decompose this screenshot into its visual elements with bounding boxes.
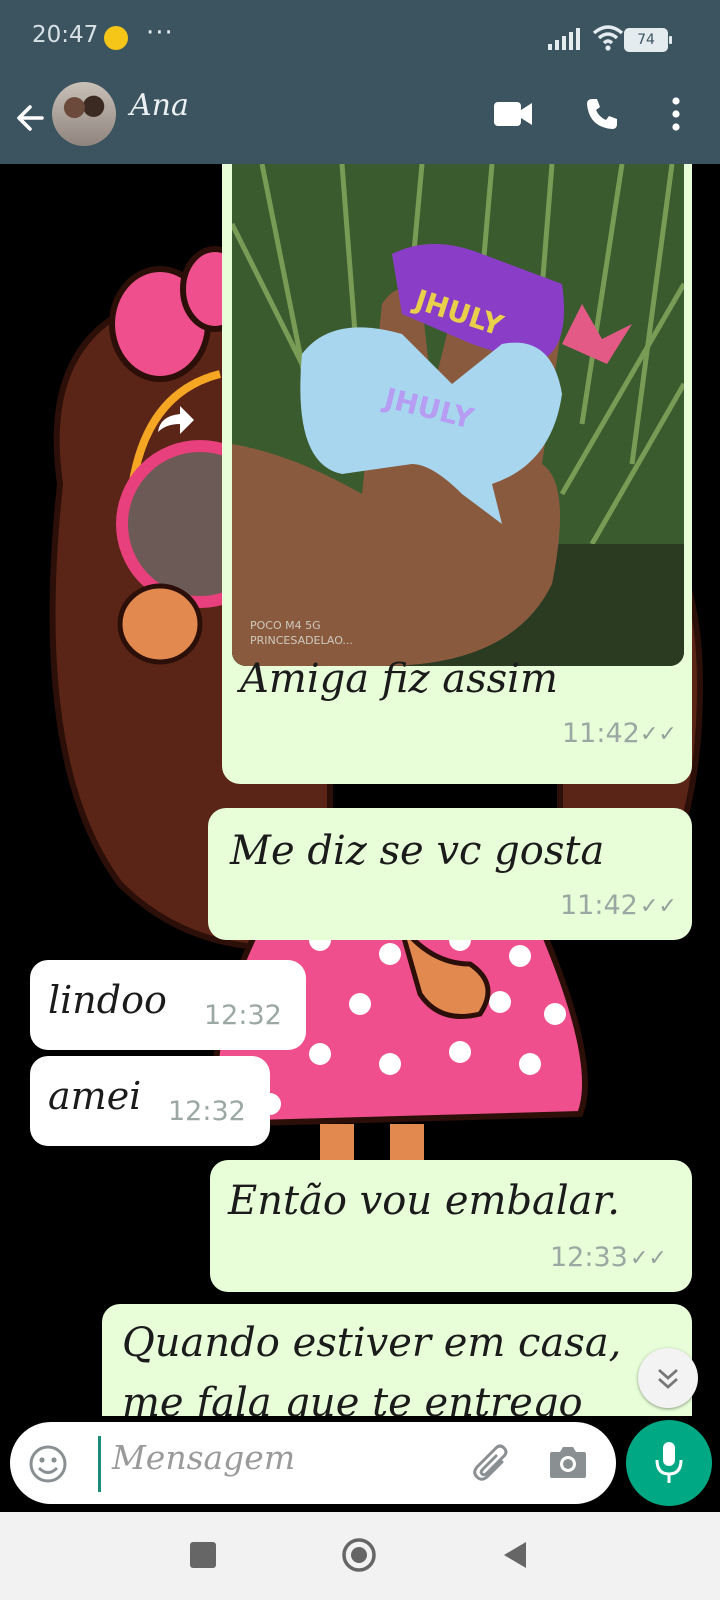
message-input-container[interactable]: Mensagem <box>10 1422 616 1504</box>
message-time: 12:32 <box>168 1096 246 1127</box>
attach-icon[interactable] <box>472 1442 512 1486</box>
message-bubble[interactable]: Me diz se vc gosta 11:42 ✓✓ <box>208 808 692 940</box>
system-nav-bar <box>0 1512 720 1600</box>
read-ticks-icon: ✓✓ <box>640 894 677 919</box>
mic-button[interactable] <box>626 1420 712 1506</box>
message-time: 11:42 <box>562 718 640 749</box>
back-nav-button[interactable] <box>502 1540 528 1570</box>
status-time: 20:47 <box>32 22 99 48</box>
message-input[interactable]: Mensagem <box>112 1438 295 1477</box>
message-photo[interactable]: JHULY JHULY POCO M4 5G PRINCESADELAO... <box>232 164 684 666</box>
read-ticks-icon: ✓✓ <box>640 722 677 747</box>
photo-content: JHULY JHULY <box>232 164 684 666</box>
message-bubble[interactable]: Então vou embalar. 12:33 ✓✓ <box>210 1160 692 1292</box>
chat-header: Ana <box>0 78 720 164</box>
text-caret <box>98 1436 101 1492</box>
phone-icon[interactable] <box>584 96 620 132</box>
back-arrow-icon[interactable] <box>12 96 52 140</box>
home-button[interactable] <box>340 1536 378 1574</box>
message-text-line2: me fala que te entrego <box>122 1380 583 1416</box>
message-text: Amiga fiz assim <box>240 656 558 702</box>
forward-icon[interactable] <box>154 402 198 438</box>
contact-avatar[interactable] <box>52 82 116 146</box>
message-time: 12:32 <box>204 1000 282 1031</box>
message-time: 11:42 <box>560 890 638 921</box>
message-bubble[interactable]: Quando estiver em casa, me fala que te e… <box>102 1304 692 1416</box>
chat-area[interactable]: JHULY JHULY POCO M4 5G PRINCESADELAO... A… <box>0 164 720 1416</box>
wifi-icon <box>592 25 624 51</box>
status-bar: 20:47 ··· 74 <box>0 0 720 78</box>
signal-icon <box>548 28 580 50</box>
emoji-icon[interactable] <box>28 1444 68 1484</box>
battery-indicator: 74 <box>624 28 672 52</box>
read-ticks-icon: ✓✓ <box>630 1246 667 1271</box>
recents-button[interactable] <box>190 1542 216 1568</box>
compose-bar: Mensagem <box>0 1416 720 1512</box>
message-text: Quando estiver em casa, <box>122 1320 622 1366</box>
photo-watermark: POCO M4 5G PRINCESADELAO... <box>250 619 353 647</box>
chevron-double-down-icon <box>658 1368 678 1389</box>
message-text: lindoo <box>48 978 167 1022</box>
status-more-indicator: ··· <box>146 18 174 48</box>
camera-icon[interactable] <box>548 1444 588 1480</box>
message-text: amei <box>48 1074 142 1118</box>
message-time: 12:33 <box>550 1242 628 1273</box>
message-bubble-incoming[interactable]: lindoo 12:32 <box>30 960 306 1050</box>
message-text: Então vou embalar. <box>228 1178 620 1224</box>
emoji-status-icon <box>104 26 128 50</box>
message-bubble-image[interactable]: JHULY JHULY POCO M4 5G PRINCESADELAO... A… <box>222 164 692 784</box>
message-text: Me diz se vc gosta <box>230 828 605 874</box>
mic-icon <box>655 1442 683 1483</box>
message-bubble-incoming[interactable]: amei 12:32 <box>30 1056 270 1146</box>
more-vert-icon[interactable] <box>670 96 682 132</box>
video-call-icon[interactable] <box>494 100 534 128</box>
contact-name[interactable]: Ana <box>130 88 189 123</box>
scroll-to-bottom-button[interactable] <box>638 1348 698 1408</box>
